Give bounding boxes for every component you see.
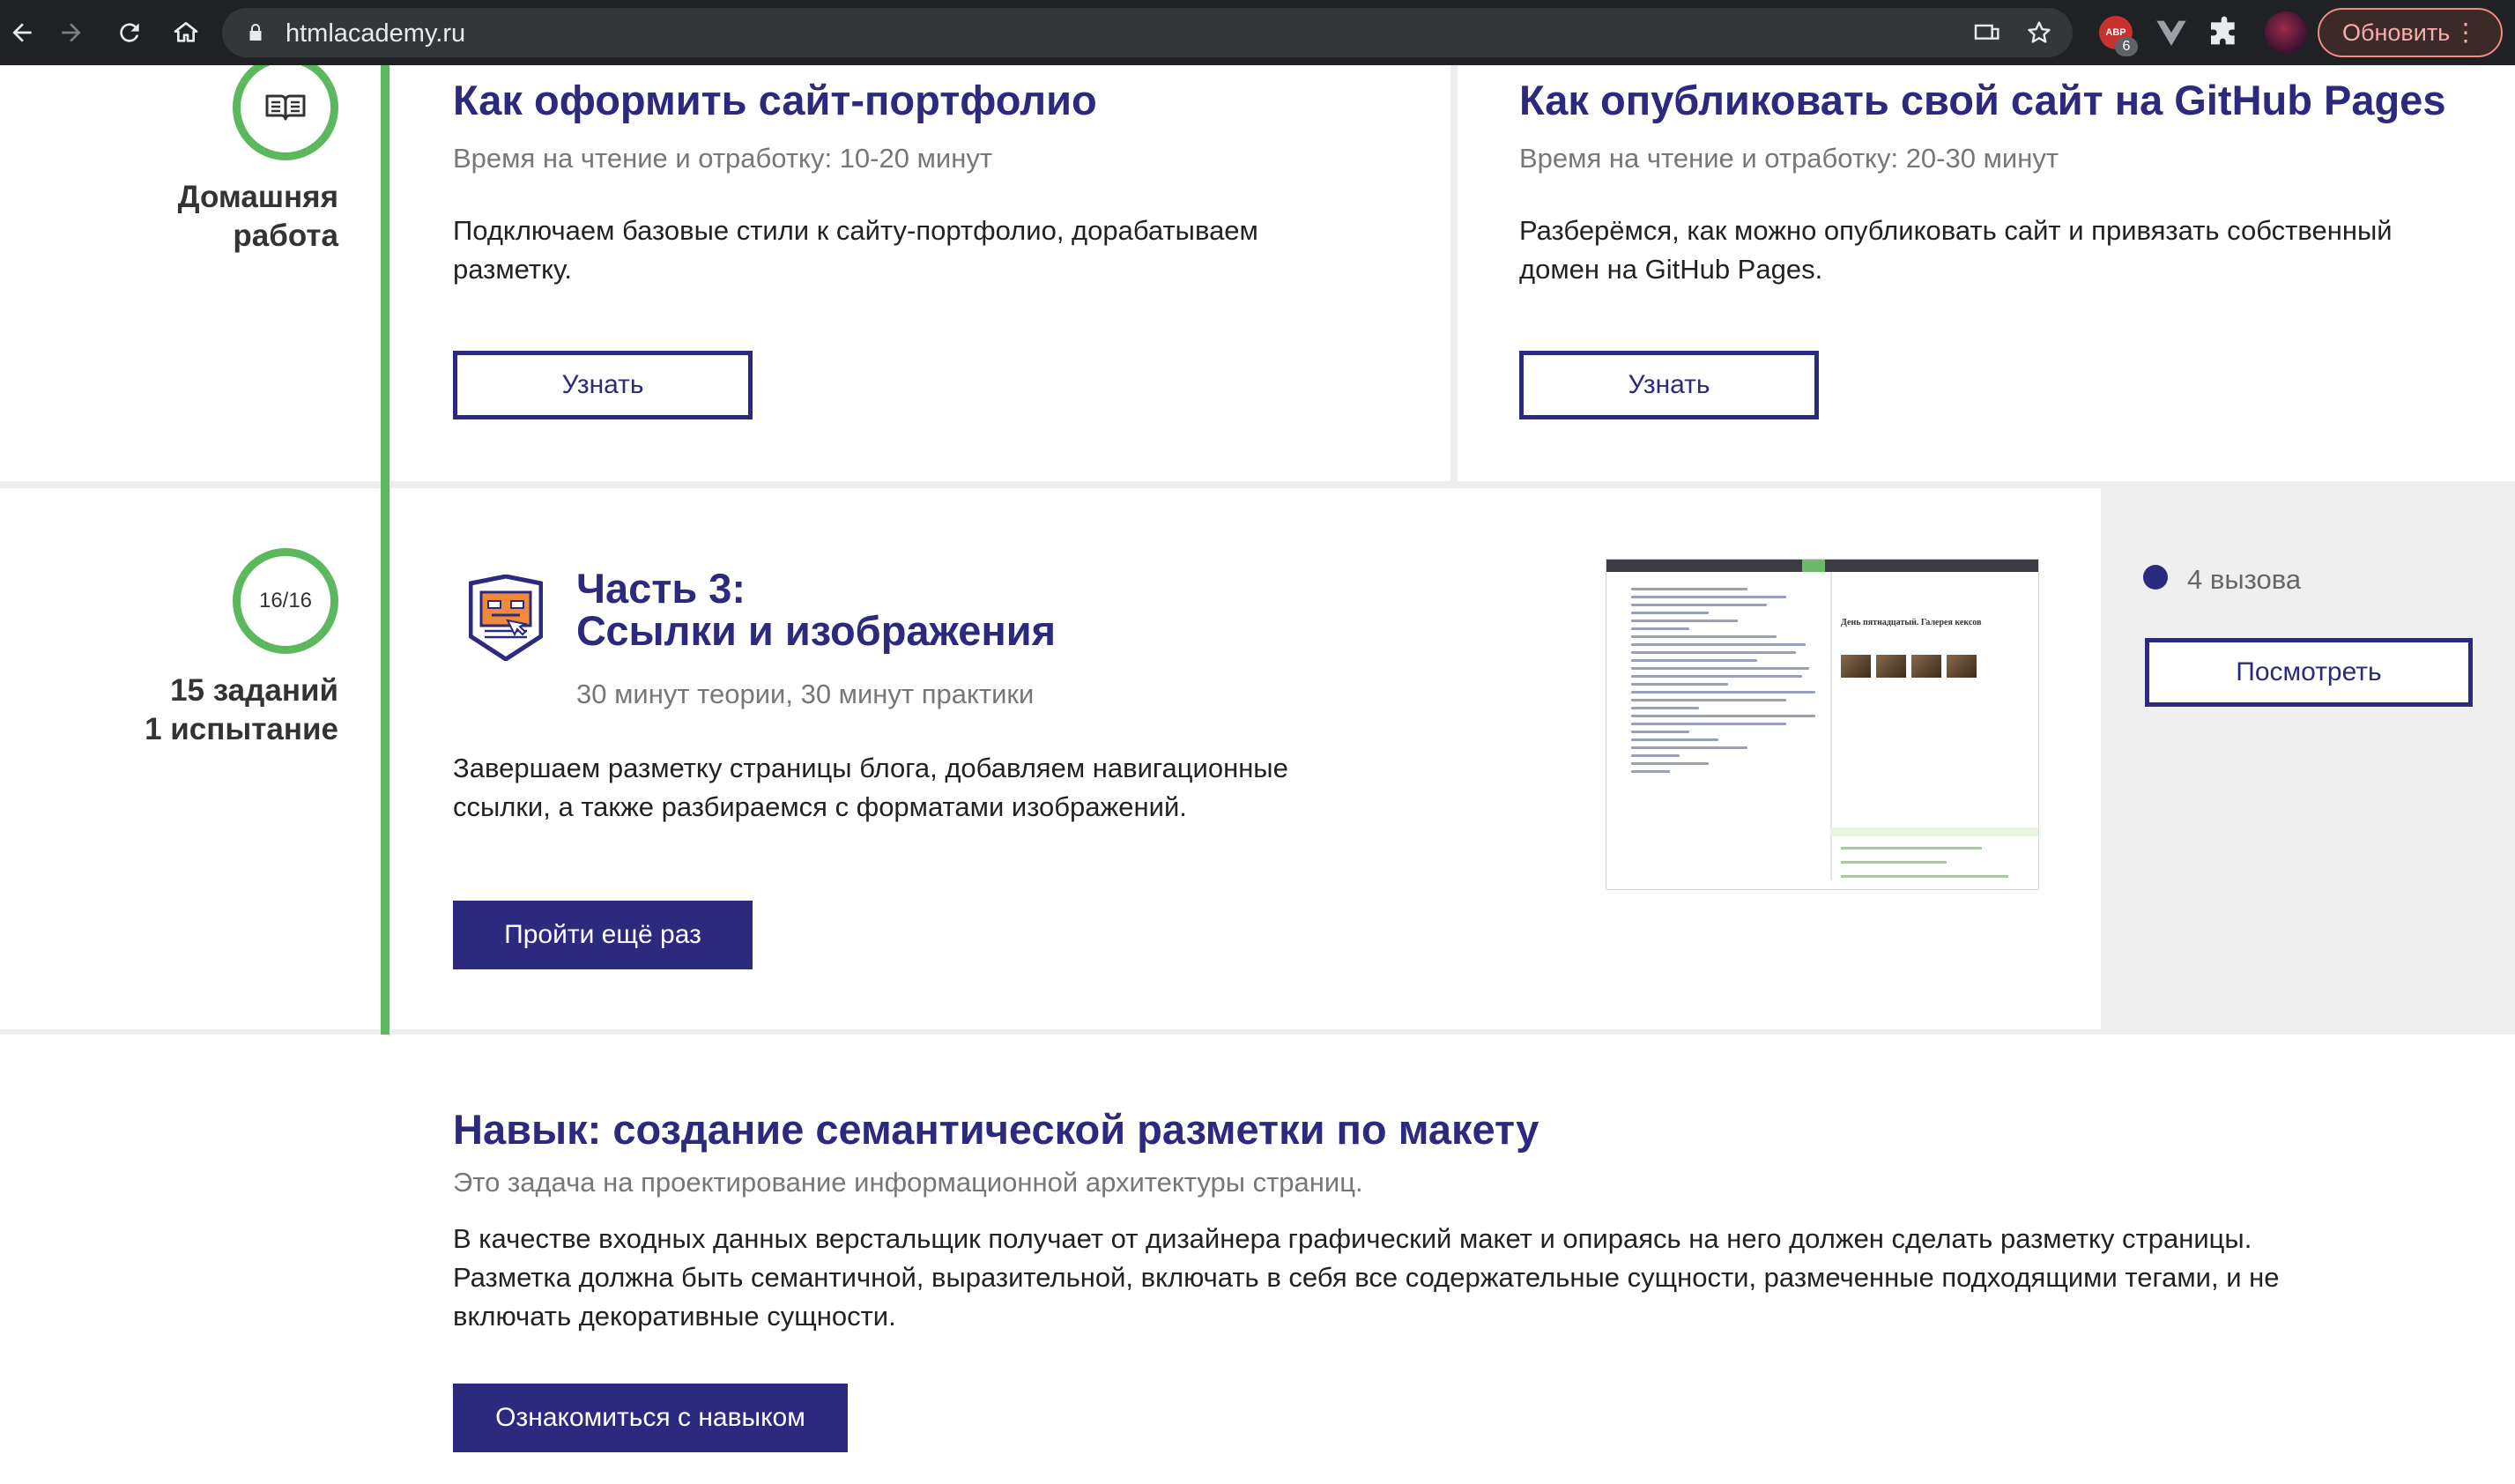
- adblock-count-badge: 6: [2115, 37, 2138, 56]
- part-badge-icon: [469, 575, 543, 661]
- card-title[interactable]: Как опубликовать свой сайт на GitHub Pag…: [1519, 76, 2445, 124]
- homework-label: Домашняя работа: [106, 178, 338, 256]
- card-meta: Время на чтение и отработку: 10-20 минут: [453, 143, 993, 174]
- learn-button[interactable]: Узнать: [453, 351, 753, 419]
- progress-count: 16/16: [258, 589, 313, 612]
- browser-toolbar: htmlacademy.ru ABP 6 Обновить ⋮: [0, 0, 2515, 65]
- vue-devtools-icon[interactable]: [2154, 15, 2189, 50]
- tasks-count: 15 заданий: [170, 673, 338, 708]
- part-title[interactable]: Часть 3: Ссылки и изображения: [576, 568, 1056, 652]
- section-divider-2: [0, 1029, 2515, 1035]
- retry-button[interactable]: Пройти ещё раз: [453, 901, 753, 969]
- url-text: htmlacademy.ru: [286, 19, 466, 48]
- preview-heading: День пятнадцатый. Галерея кексов: [1841, 618, 1982, 627]
- address-bar[interactable]: htmlacademy.ru: [222, 8, 2073, 57]
- part-preview-image: День пятнадцатый. Галерея кексов: [1606, 559, 2039, 890]
- update-browser-button[interactable]: Обновить ⋮: [2318, 8, 2503, 57]
- homework-circle: [233, 65, 338, 160]
- challenges-count: 4 вызова: [2187, 564, 2302, 595]
- card-meta: Время на чтение и отработку: 20-30 минут: [1519, 143, 2059, 174]
- skill-description: В качестве входных данных верстальщик по…: [453, 1223, 2280, 1332]
- home-button[interactable]: [164, 11, 208, 55]
- preview-toolbar-button: [1802, 560, 1825, 572]
- reload-icon: [120, 23, 139, 42]
- skill-button[interactable]: Ознакомиться с навыком: [453, 1384, 848, 1452]
- arrow-left-icon: [12, 23, 32, 42]
- learn-button[interactable]: Узнать: [1519, 351, 1819, 419]
- card-title[interactable]: Как оформить сайт-портфолио: [453, 76, 1097, 124]
- reload-button[interactable]: [108, 11, 152, 55]
- trials-count: 1 испытание: [145, 712, 338, 746]
- profile-avatar[interactable]: [2265, 11, 2307, 54]
- update-label: Обновить: [2342, 19, 2451, 46]
- skill-title[interactable]: Навык: создание семантической разметки п…: [453, 1105, 1539, 1154]
- cast-icon[interactable]: [1972, 19, 2000, 47]
- book-icon: [265, 94, 306, 121]
- part-title-line2: Ссылки и изображения: [576, 607, 1057, 654]
- star-icon[interactable]: [2025, 19, 2053, 47]
- more-menu-icon[interactable]: ⋮: [2453, 20, 2478, 45]
- part-title-line1: Часть 3:: [576, 565, 746, 612]
- challenges-bullet: [2143, 565, 2168, 590]
- forward-button[interactable]: [49, 11, 93, 55]
- home-icon: [174, 22, 198, 42]
- progress-circle: 16/16: [233, 548, 338, 654]
- preview-code-editor: [1631, 582, 1825, 778]
- lock-icon: [249, 24, 262, 41]
- homework-label-line1: Домашняя: [177, 180, 338, 214]
- extensions-puzzle-icon[interactable]: [2207, 15, 2242, 50]
- skill-subtitle: Это задача на проектирование информацион…: [453, 1167, 1363, 1198]
- card-description: Подключаем базовые стили к сайту-портфол…: [453, 215, 1258, 285]
- homework-label-line2: работа: [233, 219, 338, 253]
- preview-photo: [1947, 655, 1977, 678]
- card-divider-vertical: [1450, 65, 1458, 485]
- part-meta: 30 минут теории, 30 минут практики: [576, 679, 1035, 709]
- page-content: Домашняя работа Как оформить сайт-портфо…: [0, 65, 2515, 1484]
- view-challenges-button[interactable]: Посмотреть: [2145, 638, 2473, 707]
- card-description: Разберёмся, как можно опубликовать сайт …: [1519, 215, 2393, 285]
- part-description: Завершаем разметку страницы блога, добав…: [453, 753, 1288, 822]
- preview-photo: [1876, 655, 1906, 678]
- preview-results-bar: [1830, 827, 2038, 836]
- timeline-line: [381, 65, 389, 1035]
- preview-photo: [1841, 655, 1871, 678]
- preview-photo: [1911, 655, 1941, 678]
- part-stats: 15 заданий 1 испытание: [106, 672, 338, 749]
- arrow-right-icon: [62, 23, 81, 42]
- back-button[interactable]: [0, 11, 44, 55]
